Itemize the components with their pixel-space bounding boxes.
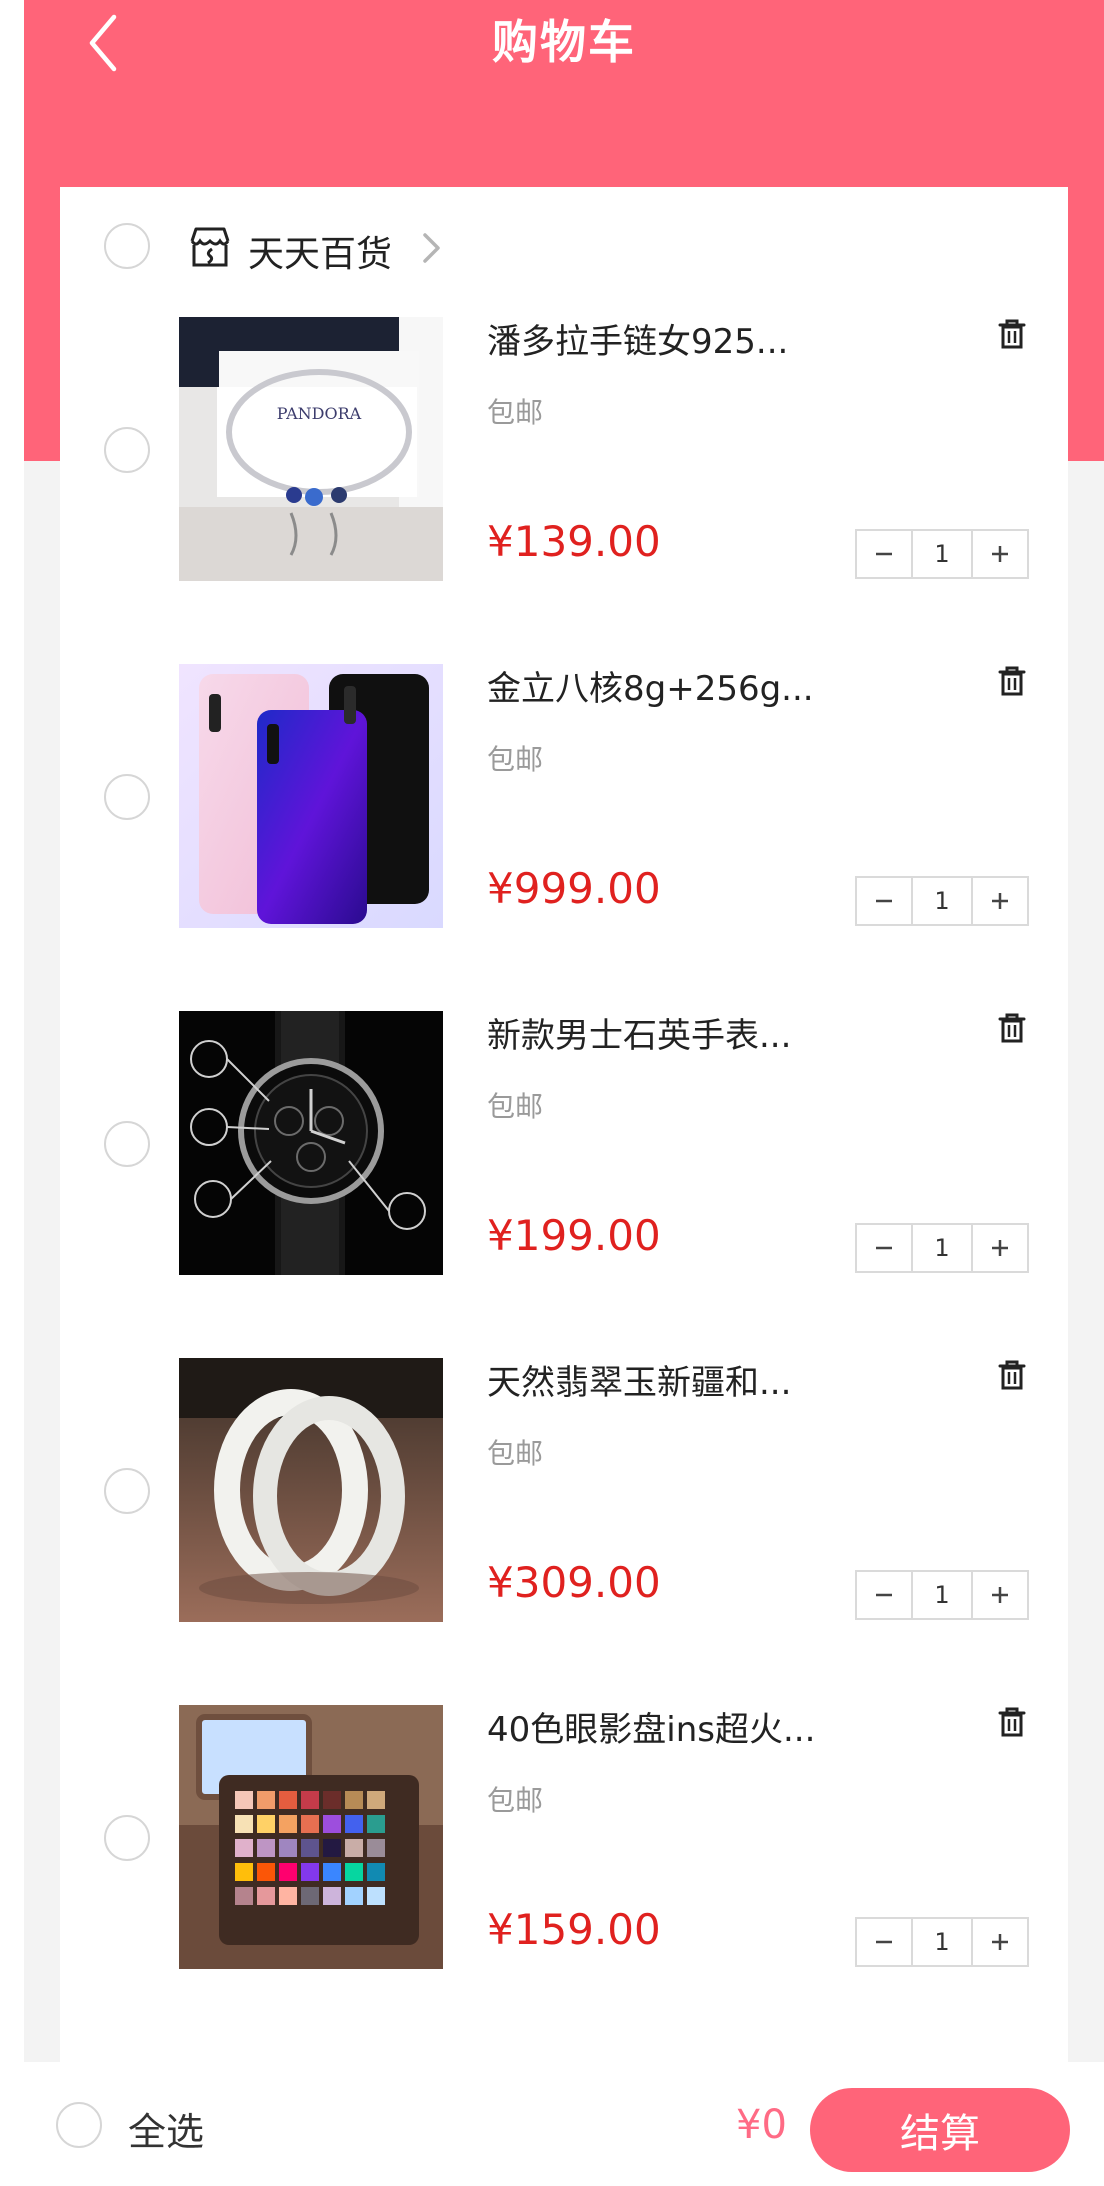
increase-quantity-button[interactable]	[971, 1570, 1029, 1620]
trash-icon[interactable]	[995, 317, 1029, 351]
total-amount: ¥0	[736, 2102, 787, 2148]
shipping-label: 包邮	[487, 743, 544, 776]
minus-icon	[876, 1246, 892, 1250]
increase-quantity-button[interactable]	[971, 529, 1029, 579]
quantity-value[interactable]: 1	[913, 1917, 971, 1967]
plus-icon	[992, 546, 1008, 562]
trash-icon[interactable]	[995, 1011, 1029, 1045]
cart-item: 40色眼影盘ins超火... 包邮 ¥159.00 1	[60, 1705, 1068, 2052]
quantity-value[interactable]: 1	[913, 1223, 971, 1273]
cart-item: PANDORA 潘多拉手链女925... 包邮 ¥139.00 1	[60, 317, 1068, 664]
quantity-value[interactable]: 1	[913, 529, 971, 579]
item-select-checkbox[interactable]	[104, 1468, 150, 1514]
item-title[interactable]: 潘多拉手链女925...	[487, 317, 907, 367]
item-price: ¥159.00	[487, 1905, 661, 1954]
chevron-right-icon[interactable]	[420, 231, 444, 265]
quantity-value[interactable]: 1	[913, 1570, 971, 1620]
checkout-footer: 全选 ¥0 结算	[24, 2062, 1104, 2186]
trash-icon[interactable]	[995, 664, 1029, 698]
item-select-checkbox[interactable]	[104, 1121, 150, 1167]
item-title[interactable]: 金立八核8g+256g...	[487, 664, 907, 714]
quantity-stepper: 1	[855, 876, 1029, 926]
plus-icon	[992, 893, 1008, 909]
cart-item: 天然翡翠玉新疆和... 包邮 ¥309.00 1	[60, 1358, 1068, 1705]
shipping-label: 包邮	[487, 1090, 544, 1123]
store-name[interactable]: 天天百货	[248, 225, 392, 277]
store-select-checkbox[interactable]	[104, 223, 150, 269]
decrease-quantity-button[interactable]	[855, 1570, 913, 1620]
minus-icon	[876, 899, 892, 903]
minus-icon	[876, 1940, 892, 1944]
shipping-label: 包邮	[487, 1784, 544, 1817]
decrease-quantity-button[interactable]	[855, 876, 913, 926]
plus-icon	[992, 1934, 1008, 1950]
minus-icon	[876, 552, 892, 556]
select-all-checkbox[interactable]	[56, 2102, 102, 2148]
quantity-stepper: 1	[855, 529, 1029, 579]
trash-icon[interactable]	[995, 1705, 1029, 1739]
item-price: ¥309.00	[487, 1558, 661, 1607]
quantity-stepper: 1	[855, 1570, 1029, 1620]
item-price: ¥199.00	[487, 1211, 661, 1260]
item-title[interactable]: 天然翡翠玉新疆和...	[487, 1358, 907, 1408]
item-price: ¥999.00	[487, 864, 661, 913]
cart-store-card: 天天百货 PANDORA 潘多拉手链女925... 包邮 ¥139.00 1 金…	[60, 187, 1068, 2067]
decrease-quantity-button[interactable]	[855, 1917, 913, 1967]
eyeshadow-palette-product-image[interactable]	[179, 1705, 443, 1969]
shipping-label: 包邮	[487, 396, 544, 429]
quantity-stepper: 1	[855, 1223, 1029, 1273]
phones-product-image[interactable]	[179, 664, 443, 928]
cart-item: 新款男士石英手表... 包邮 ¥199.00 1	[60, 1011, 1068, 1358]
item-price: ¥139.00	[487, 517, 661, 566]
shipping-label: 包邮	[487, 1437, 544, 1470]
bracelet-product-image[interactable]: PANDORA	[179, 317, 443, 581]
trash-icon[interactable]	[995, 1358, 1029, 1392]
item-title[interactable]: 40色眼影盘ins超火...	[487, 1705, 907, 1755]
jade-bangle-product-image[interactable]	[179, 1358, 443, 1622]
decrease-quantity-button[interactable]	[855, 1223, 913, 1273]
cart-page: 购物车 天天百货 PANDORA 潘多拉手链女925... 包邮 ¥139.00…	[0, 0, 1104, 2186]
store-icon	[190, 227, 230, 267]
increase-quantity-button[interactable]	[971, 1223, 1029, 1273]
increase-quantity-button[interactable]	[971, 876, 1029, 926]
quantity-stepper: 1	[855, 1917, 1029, 1967]
item-select-checkbox[interactable]	[104, 427, 150, 473]
plus-icon	[992, 1587, 1008, 1603]
increase-quantity-button[interactable]	[971, 1917, 1029, 1967]
item-select-checkbox[interactable]	[104, 1815, 150, 1861]
cart-item: 金立八核8g+256g... 包邮 ¥999.00 1	[60, 664, 1068, 1011]
watch-product-image[interactable]	[179, 1011, 443, 1275]
select-all-label[interactable]: 全选	[128, 2101, 204, 2156]
checkout-button[interactable]: 结算	[810, 2088, 1070, 2172]
item-title[interactable]: 新款男士石英手表...	[487, 1011, 907, 1061]
left-gutter	[0, 0, 24, 2186]
minus-icon	[876, 1593, 892, 1597]
quantity-value[interactable]: 1	[913, 876, 971, 926]
page-title: 购物车	[492, 15, 636, 69]
plus-icon	[992, 1240, 1008, 1256]
decrease-quantity-button[interactable]	[855, 529, 913, 579]
store-header: 天天百货	[60, 187, 1068, 307]
svg-text:PANDORA: PANDORA	[277, 404, 362, 423]
item-select-checkbox[interactable]	[104, 774, 150, 820]
